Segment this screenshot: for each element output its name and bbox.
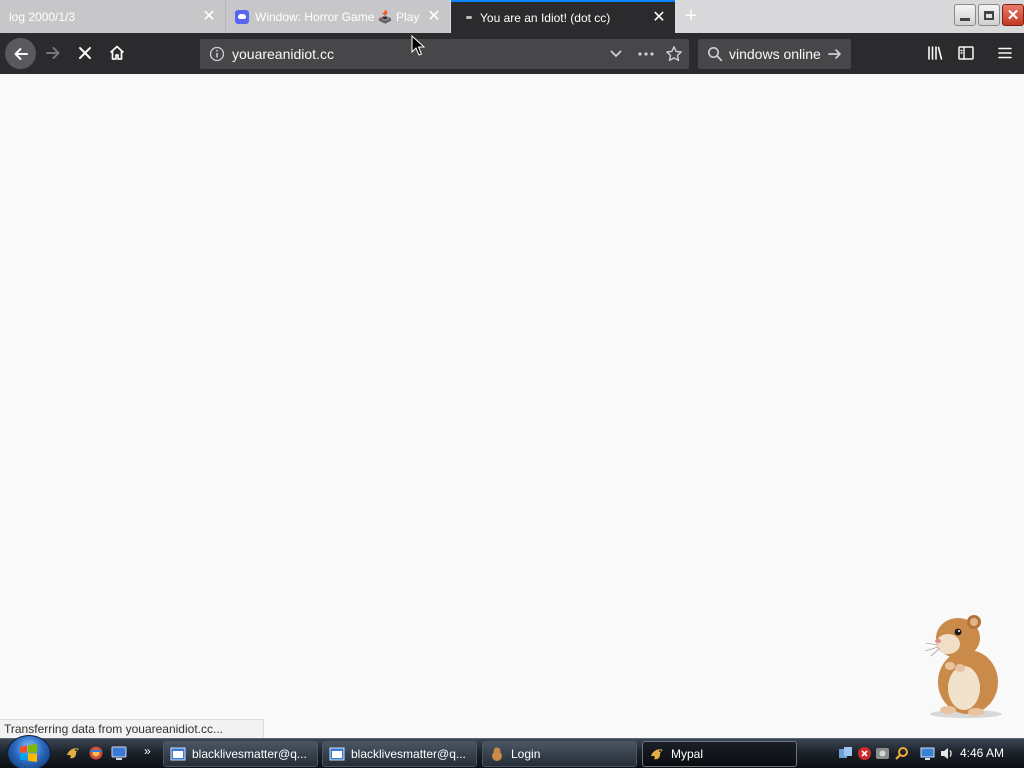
- close-tab-icon[interactable]: ✕: [201, 8, 217, 25]
- tab-title: You are an Idiot! (dot cc): [480, 10, 611, 25]
- menu-button[interactable]: [990, 38, 1020, 68]
- taskbar: » blacklivesmatter@q... blacklivesmatter…: [0, 735, 1024, 768]
- taskbar-item[interactable]: blacklivesmatter@q...: [322, 741, 477, 767]
- network-tray-icon[interactable]: [838, 746, 853, 761]
- search-tray-icon[interactable]: [894, 746, 909, 761]
- home-icon: [109, 45, 125, 60]
- search-query-text: vindows online: [729, 46, 821, 62]
- taskbar-item-label: blacklivesmatter@q...: [351, 747, 466, 761]
- home-button[interactable]: [102, 38, 132, 68]
- info-icon[interactable]: [209, 46, 225, 62]
- more-actions-icon[interactable]: [637, 47, 655, 61]
- chat-window-icon: [170, 747, 186, 761]
- close-window-button[interactable]: ✕: [1002, 4, 1024, 26]
- mypal-quicklaunch-icon[interactable]: [65, 745, 81, 761]
- library-icon: [928, 46, 943, 60]
- hamster-desktop-pet[interactable]: [918, 612, 1008, 720]
- start-button[interactable]: [7, 735, 51, 768]
- maximize-button[interactable]: [978, 4, 1000, 26]
- sidebar-icon: [958, 46, 974, 60]
- login-app-icon: [492, 747, 502, 761]
- page-content: [0, 74, 1024, 738]
- back-button[interactable]: [5, 38, 36, 69]
- back-arrow-icon: [14, 47, 28, 60]
- display-tray-icon[interactable]: [920, 746, 935, 761]
- hamburger-menu-icon: [998, 47, 1012, 59]
- close-tab-icon[interactable]: ✕: [426, 8, 442, 25]
- volume-tray-icon[interactable]: [939, 746, 954, 761]
- taskbar-item-label: Mypal: [671, 747, 704, 761]
- discord-icon: [235, 9, 249, 24]
- windows-logo-icon: [20, 744, 37, 762]
- maximize-icon: [984, 10, 994, 20]
- taskbar-item-label: blacklivesmatter@q...: [192, 747, 307, 761]
- navigation-toolbar: youareanidiot.cc vindows online: [0, 33, 1024, 74]
- forward-button[interactable]: [38, 38, 68, 68]
- mypal-icon: [651, 749, 663, 760]
- tab-you-are-an-idiot[interactable]: You are an Idiot! (dot cc) ✕: [451, 0, 675, 33]
- close-tab-icon[interactable]: ✕: [651, 9, 667, 26]
- url-bar[interactable]: youareanidiot.cc: [200, 39, 689, 69]
- chat-window-icon: [329, 747, 345, 761]
- minimize-button[interactable]: [954, 4, 976, 26]
- minimize-icon: [960, 17, 970, 21]
- search-bar[interactable]: vindows online: [698, 39, 851, 69]
- forward-arrow-icon: [46, 47, 60, 59]
- status-panel: Transferring data from youareanidiot.cc.…: [0, 719, 264, 738]
- taskbar-item[interactable]: blacklivesmatter@q...: [163, 741, 318, 767]
- taskbar-clock[interactable]: 4:46 AM: [960, 746, 1004, 760]
- tab-title: log 2000/1/3: [9, 9, 76, 24]
- taskbar-item[interactable]: Login: [482, 741, 637, 767]
- search-go-arrow-icon[interactable]: [827, 46, 843, 62]
- close-icon: ✕: [1006, 6, 1020, 24]
- stop-x-icon: [79, 47, 91, 59]
- browser-quicklaunch-icon[interactable]: [88, 745, 104, 761]
- url-text: youareanidiot.cc: [232, 46, 334, 62]
- show-desktop-icon[interactable]: [111, 745, 127, 761]
- tab-log[interactable]: log 2000/1/3 ✕: [0, 0, 225, 33]
- bookmark-star-icon[interactable]: [665, 45, 683, 63]
- tab-title: Window: Horror Game 🕹️ Play: [255, 9, 420, 24]
- mouse-cursor-icon: [411, 35, 425, 56]
- security-alert-tray-icon[interactable]: [857, 746, 872, 761]
- stop-button[interactable]: [70, 38, 100, 68]
- taskbar-item-label: Login: [511, 747, 541, 761]
- tab-horror-game[interactable]: Window: Horror Game 🕹️ Play ✕: [225, 0, 450, 33]
- taskbar-item[interactable]: Mypal: [642, 741, 797, 767]
- loading-indicator-icon: [466, 16, 472, 19]
- search-icon: [708, 47, 723, 62]
- app-tray-icon[interactable]: [875, 746, 890, 761]
- tab-strip: log 2000/1/3 ✕ Window: Horror Game 🕹️ Pl…: [0, 0, 1024, 33]
- library-button[interactable]: [920, 38, 950, 68]
- new-tab-button[interactable]: +: [680, 6, 702, 28]
- status-text: Transferring data from youareanidiot.cc.…: [4, 722, 223, 736]
- sidebar-button[interactable]: [951, 38, 981, 68]
- quicklaunch-overflow-icon[interactable]: »: [144, 744, 151, 758]
- chevron-down-icon[interactable]: [608, 47, 624, 61]
